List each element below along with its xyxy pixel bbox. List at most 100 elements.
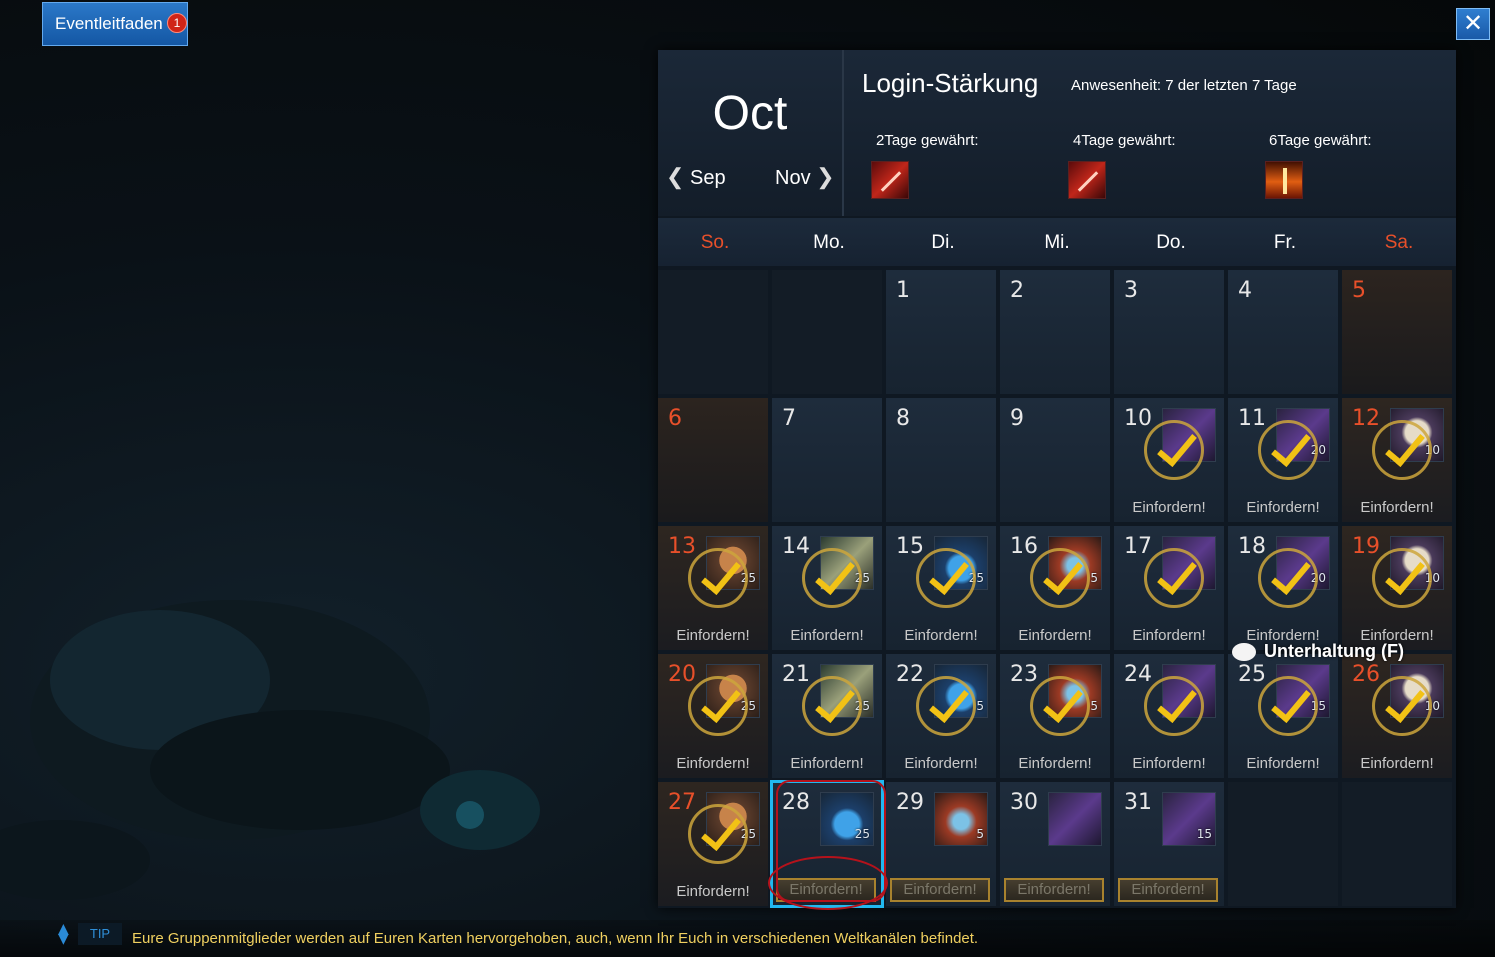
day-number: 20 (668, 662, 696, 687)
weekday-saturday: Sa. (1384, 232, 1414, 253)
item-quantity: 5 (976, 827, 984, 841)
claimed-label: Einfordern! (1132, 499, 1206, 516)
calendar-day-25: 15 25 Einfordern! (1228, 654, 1338, 778)
calendar-day-23: 5 23 Einfordern! (1000, 654, 1110, 778)
calendar-day-28[interactable]: 25 28 Einfordern! (770, 780, 884, 908)
day-number: 16 (1010, 534, 1038, 559)
event-guide-button[interactable]: Eventleitfaden 1 (42, 2, 188, 46)
potion-red-icon[interactable]: 5 (934, 792, 988, 846)
calendar-day-24: 24 Einfordern! (1114, 654, 1224, 778)
weekday-sunday: So. (700, 232, 730, 253)
calendar-day-29[interactable]: 5 29 Einfordern! (886, 782, 996, 906)
chevron-right-icon: ❯ (816, 164, 835, 189)
month-title: Oct (712, 87, 788, 140)
prev-month-button[interactable]: ❮ Sep (666, 164, 726, 190)
calendar-day-20: 25 20 Einfordern! (658, 654, 768, 778)
claimed-check-icon (1144, 548, 1204, 608)
day-number: 14 (782, 534, 810, 559)
prev-month-label: Sep (690, 167, 726, 189)
header-divider (842, 50, 844, 216)
claimed-label: Einfordern! (790, 627, 864, 644)
day-number: 18 (1238, 534, 1266, 559)
calendar-day-17: 17 Einfordern! (1114, 526, 1224, 650)
day-number: 9 (1010, 406, 1024, 431)
reward-2-days-label: 2Tage gewährt: (876, 132, 979, 149)
claimed-check-icon (1372, 548, 1432, 608)
day-number: 21 (782, 662, 810, 687)
event-guide-label: Eventleitfaden (55, 14, 163, 33)
calendar-day-30[interactable]: 30 Einfordern! (1000, 782, 1110, 906)
claimed-label: Einfordern! (676, 755, 750, 772)
claimed-check-icon (1144, 676, 1204, 736)
calendar-day-19: 10 19 Einfordern! (1342, 526, 1452, 650)
reward-6-days-label: 6Tage gewährt: (1269, 132, 1372, 149)
day-number: 11 (1238, 406, 1266, 431)
calendar-day-27: 25 27 Einfordern! (658, 782, 768, 906)
claim-button[interactable]: Einfordern! (1004, 878, 1104, 902)
claimed-label: Einfordern! (1132, 755, 1206, 772)
potion-purple-icon[interactable] (1048, 792, 1102, 846)
potion-blue-icon[interactable]: 25 (820, 792, 874, 846)
calendar-day-26: 10 26 Einfordern! (1342, 654, 1452, 778)
calendar-day-21: 25 21 Einfordern! (772, 654, 882, 778)
claimed-label: Einfordern! (1132, 627, 1206, 644)
calendar-day-18: 20 18 Einfordern! (1228, 526, 1338, 650)
claimed-check-icon (802, 676, 862, 736)
blade-icon[interactable] (1068, 161, 1106, 199)
claimed-check-icon (1372, 676, 1432, 736)
day-number: 22 (896, 662, 924, 687)
potion-purple-icon[interactable]: 15 (1162, 792, 1216, 846)
claim-button[interactable]: Einfordern! (1118, 878, 1218, 902)
spear-icon[interactable] (871, 161, 909, 199)
chat-button[interactable]: Unterhaltung (F) (1232, 641, 1404, 665)
claimed-check-icon (688, 548, 748, 608)
weekday-tuesday: Di. (931, 232, 955, 253)
day-number: 17 (1124, 534, 1152, 559)
day-number: 15 (896, 534, 924, 559)
calendar-day-6: 6 (658, 398, 768, 522)
close-icon: ✕ (1462, 9, 1484, 37)
calendar-day-4: 4 (1228, 270, 1338, 394)
day-number: 6 (668, 406, 682, 431)
tip-tag: TIP (78, 923, 122, 945)
claimed-label: Einfordern! (1246, 755, 1320, 772)
day-number: 7 (782, 406, 796, 431)
day-number: 23 (1010, 662, 1038, 687)
day-number: 29 (896, 790, 924, 815)
close-button[interactable]: ✕ (1456, 8, 1490, 40)
calendar-cell-empty (1228, 782, 1338, 906)
chat-label: Unterhaltung (F) (1264, 641, 1404, 661)
fire-sword-icon[interactable] (1265, 161, 1303, 199)
calendar-day-8: 8 (886, 398, 996, 522)
day-number: 3 (1124, 278, 1138, 303)
claimed-label: Einfordern! (904, 627, 978, 644)
calendar-cell-empty (1342, 782, 1452, 906)
claimed-label: Einfordern! (676, 627, 750, 644)
scroll-arrows-icon[interactable]: ▲ ▼ (58, 922, 69, 946)
calendar-day-3: 3 (1114, 270, 1224, 394)
claimed-check-icon (802, 548, 862, 608)
claimed-label: Einfordern! (1360, 499, 1434, 516)
calendar-day-12: 10 12 Einfordern! (1342, 398, 1452, 522)
reward-4-days-label: 4Tage gewährt: (1073, 132, 1176, 149)
calendar-cell-empty (658, 270, 768, 394)
claimed-check-icon (916, 676, 976, 736)
calendar-day-15: 25 15 Einfordern! (886, 526, 996, 650)
calendar-day-5: 5 (1342, 270, 1452, 394)
claim-button[interactable]: Einfordern! (776, 878, 876, 902)
weekday-wednesday: Mi. (1044, 232, 1070, 253)
calendar-day-11: 20 11 Einfordern! (1228, 398, 1338, 522)
weekday-header: So. Mo. Di. Mi. Do. Fr. Sa. (658, 218, 1456, 266)
day-number: 31 (1124, 790, 1152, 815)
claimed-check-icon (688, 676, 748, 736)
chevron-left-icon: ❮ (666, 164, 685, 189)
weekday-monday: Mo. (813, 232, 845, 253)
next-month-button[interactable]: Nov ❯ (775, 164, 835, 190)
calendar-day-31[interactable]: 15 31 Einfordern! (1114, 782, 1224, 906)
claimed-check-icon (1372, 420, 1432, 480)
tip-bar: ▲ ▼ TIP Eure Gruppenmitglieder werden auf… (0, 920, 1495, 957)
claim-button[interactable]: Einfordern! (890, 878, 990, 902)
attendance-text: Anwesenheit: 7 der letzten 7 Tage (1071, 77, 1297, 94)
claimed-label: Einfordern! (904, 755, 978, 772)
day-number: 24 (1124, 662, 1152, 687)
